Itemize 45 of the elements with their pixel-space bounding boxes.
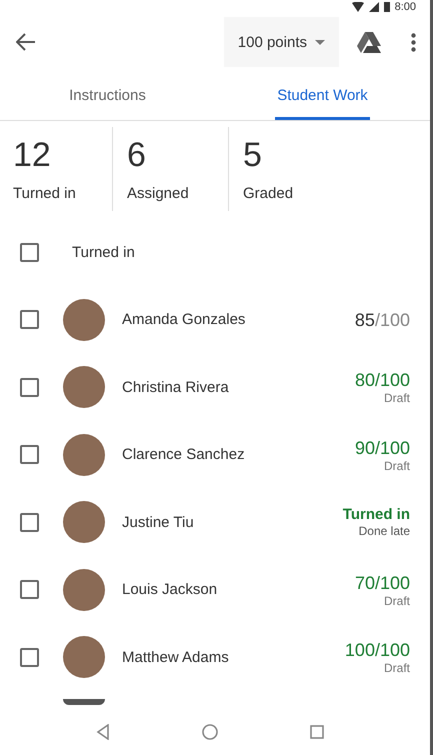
checkbox[interactable] [20, 445, 39, 464]
dropdown-caret-icon [315, 40, 325, 44]
grade-status: Draft [382, 661, 410, 676]
student-name: Christina Rivera [122, 378, 230, 396]
grade-status: Draft [382, 391, 410, 406]
battery-icon [384, 2, 390, 12]
back-triangle-icon[interactable] [96, 724, 110, 740]
checkbox[interactable] [20, 243, 39, 262]
more-options-icon[interactable] [411, 32, 416, 52]
triangle-drive-icon[interactable] [357, 32, 381, 52]
grade-score: 85/100 [354, 308, 410, 331]
checkbox[interactable] [20, 648, 39, 667]
recents-square-icon[interactable] [310, 725, 324, 739]
grade-score: 80/100 [354, 369, 410, 392]
grade-score: 90/100 [354, 436, 410, 459]
status-time: 8:00 [394, 1, 416, 13]
stat-label: Graded [243, 185, 294, 202]
student-name: Amanda Gonzales [122, 311, 246, 328]
late-note: Done late [358, 524, 410, 538]
stat-count: 12 [13, 135, 52, 175]
signal-icon [368, 2, 379, 12]
back-arrow-icon[interactable] [16, 33, 36, 51]
checkbox[interactable] [20, 580, 39, 600]
student-name: Justine Tiu [122, 514, 195, 531]
stat-label: Turned in [13, 185, 77, 202]
checkbox[interactable] [20, 512, 39, 532]
submission-status: Turned in [342, 506, 410, 524]
student-name: Matthew Adams [122, 648, 230, 666]
stat-label: Assigned [127, 185, 190, 202]
grade-status: Draft [382, 594, 410, 608]
student-name: Clarence Sanchez [122, 446, 246, 464]
tab[interactable]: Student Work [215, 70, 430, 120]
stat-count: 5 [243, 135, 263, 175]
grade-score: 100/100 [344, 639, 410, 662]
tab[interactable]: Instructions [0, 70, 215, 120]
points-dropdown[interactable]: 100 points [224, 17, 339, 67]
wifi-icon [352, 2, 364, 12]
grade-score: 70/100 [354, 572, 410, 594]
stat-count: 6 [127, 135, 147, 175]
checkbox[interactable] [20, 310, 39, 330]
grade-status: Draft [382, 458, 410, 473]
home-circle-icon[interactable] [202, 724, 218, 740]
student-name: Louis Jackson [122, 581, 218, 598]
checkbox[interactable] [20, 378, 39, 397]
section-label: Turned in [72, 244, 135, 261]
